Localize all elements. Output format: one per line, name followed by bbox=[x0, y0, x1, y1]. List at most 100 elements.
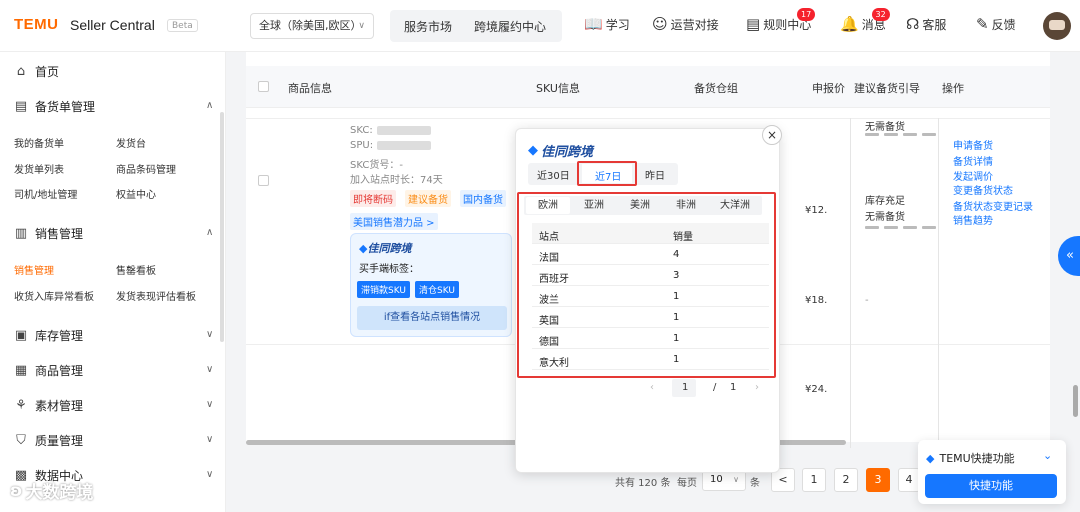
sidebar-item-receiving-exception[interactable]: 收货入库异常看板 bbox=[14, 288, 94, 303]
sidebar-item-sales-management[interactable]: 销售管理 bbox=[14, 262, 54, 277]
headset-icon: ☊ bbox=[906, 15, 920, 33]
status-history-link[interactable]: 备货状态变更记录 bbox=[953, 198, 1033, 213]
column-divider bbox=[938, 118, 939, 448]
masked-bar bbox=[903, 226, 917, 229]
jiatong-logo-icon: ◆ bbox=[528, 143, 538, 158]
site-qty: 4 bbox=[673, 249, 680, 260]
tab-oceania[interactable]: 大洋洲 bbox=[710, 197, 760, 214]
apply-stock-link[interactable]: 申请备货 bbox=[953, 137, 993, 152]
adjust-price-link[interactable]: 发起调价 bbox=[953, 168, 993, 183]
sidebar-scrollbar[interactable] bbox=[220, 112, 224, 342]
tab-yesterday[interactable]: 昨日 bbox=[645, 167, 665, 182]
change-status-link[interactable]: 变更备货状态 bbox=[953, 182, 1013, 197]
chat-icon: ☺ bbox=[652, 15, 668, 33]
table-row: 德国 1 bbox=[532, 328, 769, 349]
tool-ops[interactable]: ☺ 运营对接 bbox=[652, 16, 719, 33]
sidebar-item-shipment-list[interactable]: 发货单列表 bbox=[14, 161, 64, 176]
us-potential-link[interactable]: 美国销售潜力品 > bbox=[350, 213, 438, 230]
tool-messages[interactable]: 🔔 消息 32 bbox=[840, 8, 890, 33]
chevron-down-icon[interactable]: ∨ bbox=[206, 329, 213, 340]
tab-africa[interactable]: 非洲 bbox=[664, 197, 708, 214]
masked-bar bbox=[884, 226, 898, 229]
shield-icon: ⛉ bbox=[16, 433, 26, 448]
tab-americas[interactable]: 美洲 bbox=[618, 197, 662, 214]
col-warehouse: 备货仓组 bbox=[694, 82, 738, 95]
tool-feedback[interactable]: ✎ 反馈 bbox=[976, 16, 1016, 33]
select-all-checkbox[interactable] bbox=[258, 81, 269, 92]
region-select[interactable]: 全球（除美国,欧区） ∨ bbox=[250, 13, 374, 39]
masked-bar bbox=[903, 133, 917, 136]
sidebar-group-sales[interactable]: ▥ 销售管理 bbox=[14, 225, 83, 242]
masked-bar bbox=[884, 133, 898, 136]
sales-trend-link[interactable]: 销售趋势 bbox=[953, 212, 993, 227]
tool-label: 反馈 bbox=[991, 18, 1016, 32]
slow-sku-button[interactable]: 滞销款SKU bbox=[357, 281, 410, 298]
site-qty: 1 bbox=[673, 333, 680, 344]
tool-learn[interactable]: 📖 学习 bbox=[584, 16, 630, 33]
avatar[interactable] bbox=[1043, 12, 1071, 40]
nav-service-market[interactable]: 服务市场 bbox=[404, 18, 452, 35]
spu-text: SPU: bbox=[350, 140, 374, 151]
sidebar-group-products[interactable]: ▦ 商品管理 bbox=[14, 362, 83, 379]
guide-text: 库存充足 bbox=[865, 196, 905, 207]
popup-next-page[interactable]: › bbox=[755, 382, 759, 393]
page-button[interactable]: 2 bbox=[834, 468, 858, 492]
temu-logo[interactable]: TEMU bbox=[14, 16, 59, 33]
vertical-scrollbar[interactable] bbox=[1073, 385, 1078, 417]
warehouse-icon: ▣ bbox=[14, 328, 28, 343]
sidebar-item-barcode[interactable]: 商品条码管理 bbox=[116, 161, 176, 176]
expand-panel-icon[interactable]: « bbox=[1058, 236, 1080, 276]
popup-total-pages: 1 bbox=[730, 382, 737, 393]
page-button[interactable]: 4 bbox=[898, 468, 920, 492]
popup-page-separator: / bbox=[713, 382, 717, 393]
sidebar-label: 商品管理 bbox=[35, 364, 84, 378]
sidebar-item-shipping-desk[interactable]: 发货台 bbox=[116, 135, 146, 150]
chevron-down-icon[interactable]: ∨ bbox=[206, 469, 213, 480]
sidebar-group-materials[interactable]: ⚘ 素材管理 bbox=[14, 397, 83, 414]
page-button-current[interactable]: 3 bbox=[866, 468, 890, 492]
continent-tabs: 欧洲 亚洲 美洲 非洲 大洋洲 bbox=[524, 196, 762, 215]
chevron-down-icon[interactable]: ∨ bbox=[206, 399, 213, 410]
tab-7-days[interactable]: 近7日 bbox=[595, 168, 621, 183]
tool-rules[interactable]: ▤ 规则中心 17 bbox=[746, 8, 816, 33]
collapse-icon[interactable]: ⌄ bbox=[1043, 449, 1052, 462]
site-sales-table: 站点 销量 法国 4 西班牙 3 波兰 1 英国 1 德国 1 意大利 1 bbox=[532, 223, 769, 370]
view-site-sales-button[interactable]: if查看各站点销售情况 bbox=[357, 306, 507, 330]
chevron-up-icon[interactable]: ∧ bbox=[206, 100, 213, 111]
sidebar-group-quality[interactable]: ⛉ 质量管理 bbox=[14, 432, 83, 449]
beta-badge: Beta bbox=[167, 19, 198, 32]
popup-page-input[interactable]: 1 bbox=[682, 382, 688, 393]
sidebar-group-inventory[interactable]: ▣ 库存管理 bbox=[14, 327, 83, 344]
tab-europe[interactable]: 欧洲 bbox=[526, 197, 570, 214]
sidebar-item-my-orders[interactable]: 我的备货单 bbox=[14, 135, 64, 150]
chevron-up-icon[interactable]: ∧ bbox=[206, 227, 213, 238]
chevron-down-icon[interactable]: ∨ bbox=[206, 434, 213, 445]
quick-function-button[interactable]: 快捷功能 bbox=[925, 474, 1057, 498]
sidebar-label: 质量管理 bbox=[35, 434, 84, 448]
sidebar-item-shipping-performance[interactable]: 发货表现评估看板 bbox=[116, 288, 196, 303]
sidebar-home[interactable]: ⌂ 首页 bbox=[14, 63, 59, 80]
tab-asia[interactable]: 亚洲 bbox=[572, 197, 616, 214]
masked-bar bbox=[865, 226, 879, 229]
chevron-down-icon[interactable]: ∨ bbox=[206, 364, 213, 375]
sidebar-group-stock-order[interactable]: ▤ 备货单管理 bbox=[14, 98, 95, 115]
row-checkbox[interactable] bbox=[258, 175, 269, 186]
nav-fulfillment-center[interactable]: 跨境履约中心 bbox=[474, 18, 546, 35]
popup-logo: ◆ 佳同跨境 bbox=[528, 141, 593, 160]
card-title: ◆佳同跨境 bbox=[359, 240, 411, 256]
tab-30-days[interactable]: 近30日 bbox=[537, 167, 570, 182]
region-value: 全球（除美国,欧区） bbox=[259, 19, 362, 32]
watermark-text: 大数跨境 bbox=[25, 483, 94, 503]
sidebar-item-soldout-board[interactable]: 售罄看板 bbox=[116, 262, 156, 277]
popup-prev-page[interactable]: ‹ bbox=[650, 382, 654, 393]
top-nav: 服务市场 跨境履约中心 bbox=[390, 10, 562, 42]
sidebar-item-driver-address[interactable]: 司机/地址管理 bbox=[14, 186, 77, 201]
tool-service[interactable]: ☊ 客服 bbox=[906, 16, 946, 33]
close-icon[interactable]: × bbox=[762, 125, 782, 145]
clearance-sku-button[interactable]: 清仓SKU bbox=[415, 281, 459, 298]
col-actions: 操作 bbox=[942, 82, 964, 95]
sidebar-item-rights[interactable]: 权益中心 bbox=[116, 186, 156, 201]
stock-detail-link[interactable]: 备货详情 bbox=[953, 153, 993, 168]
page-button[interactable]: 1 bbox=[802, 468, 826, 492]
sidebar-label: 备货单管理 bbox=[35, 100, 96, 114]
